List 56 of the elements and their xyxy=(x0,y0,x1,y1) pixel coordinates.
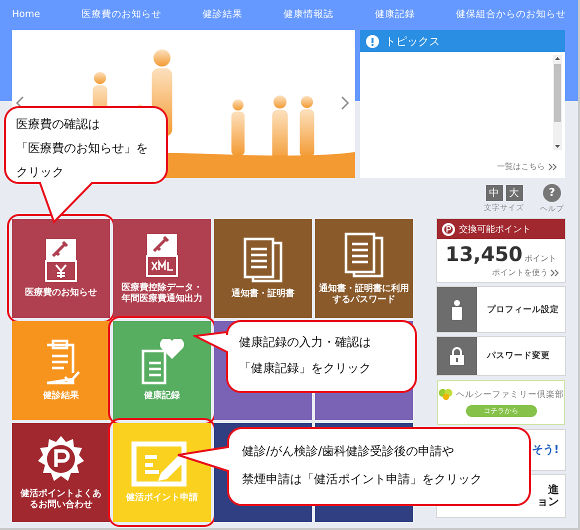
nav-link[interactable]: Home xyxy=(12,8,40,20)
menu-tile[interactable]: 通知書・証明書に利用 するパスワード xyxy=(315,219,413,318)
tile-label: 健康記録 xyxy=(144,391,180,402)
see-all-link[interactable]: 一覧はこちら xyxy=(497,161,545,172)
person-icon xyxy=(452,300,462,320)
scrollbar[interactable] xyxy=(553,55,562,150)
promo-text: そう! xyxy=(532,444,559,456)
point-badge-icon xyxy=(37,434,85,483)
nav-link[interactable]: 健康記録 xyxy=(374,8,415,20)
callout-text: クリック xyxy=(16,164,65,181)
tile-label: 医療費のお知らせ xyxy=(25,288,97,299)
topics-title: トピックス xyxy=(385,34,440,48)
xml-document-icon xyxy=(146,232,178,277)
point-badge-icon xyxy=(442,222,455,236)
callout-text: 「健康記録」をクリック xyxy=(239,360,371,377)
font-size-button[interactable]: 大 xyxy=(506,184,522,200)
help-button[interactable]: ? xyxy=(543,184,561,202)
callout-text: 「医療費のお知らせ」を xyxy=(16,140,148,157)
banner-title: ヘルシーファミリー倶楽部 xyxy=(456,388,564,400)
tile-label: 医療費控除データ・ 年間医療費通知出力 xyxy=(122,282,202,304)
tile-label: 健活ポイント申請 xyxy=(126,493,198,504)
menu-tile[interactable]: 通知書・証明書 xyxy=(214,219,312,318)
sidebar-link[interactable]: プロフィール設定 xyxy=(437,287,565,332)
tile-label: 通知書・証明書 xyxy=(232,289,294,300)
yen-document-icon xyxy=(45,238,77,282)
nav-link[interactable]: 医療費のお知らせ xyxy=(81,8,162,20)
use-points-link[interactable]: ポイントを使う xyxy=(492,267,548,278)
callout-text: 健康記録の入力・確認は xyxy=(239,334,371,351)
callout-text: 健診/がん検診/歯科健診受診後の申請や xyxy=(242,443,456,460)
font-size-button[interactable]: 中 xyxy=(486,184,502,200)
promo-text: ョン xyxy=(537,496,559,508)
tile-label: 健活ポイントよくあ るお問い合わせ xyxy=(20,488,102,510)
tile-label: 健診結果 xyxy=(43,391,79,402)
promo-text: 進 xyxy=(548,484,559,496)
documents-icon xyxy=(243,237,283,284)
exclamation-icon xyxy=(366,34,379,48)
callout-text: 禁煙申請は「健活ポイント申請」をクリック xyxy=(242,471,482,488)
nav-link[interactable]: 健保組合からのお知らせ xyxy=(456,8,566,20)
nav-link[interactable]: 健康情報誌 xyxy=(284,8,334,20)
tile-label: 通知書・証明書に利用 するパスワード xyxy=(319,284,409,306)
double-chevron-icon xyxy=(548,162,557,170)
callout-text: 医療費の確認は xyxy=(16,116,101,133)
sidebar-link-label: プロフィール設定 xyxy=(487,304,559,316)
points-value: 13,450 xyxy=(445,242,523,266)
menu-tile[interactable]: 医療費控除データ・ 年間医療費通知出力 xyxy=(113,219,211,318)
sidebar-link[interactable]: パスワード変更 xyxy=(437,337,565,375)
menu-tile[interactable]: 健活ポイントよくあ るお問い合わせ xyxy=(12,423,110,522)
sidebar-link-label: パスワード変更 xyxy=(487,350,550,362)
lock-icon xyxy=(450,347,464,365)
points-unit: ポイント xyxy=(524,253,557,264)
hearts-icon xyxy=(438,388,454,401)
points-title: 交換可能ポイント xyxy=(459,224,531,236)
documents-icon xyxy=(344,232,384,278)
heart-document-icon xyxy=(139,339,185,386)
double-chevron-icon xyxy=(550,268,559,276)
nav-link[interactable]: 健診結果 xyxy=(202,8,242,20)
